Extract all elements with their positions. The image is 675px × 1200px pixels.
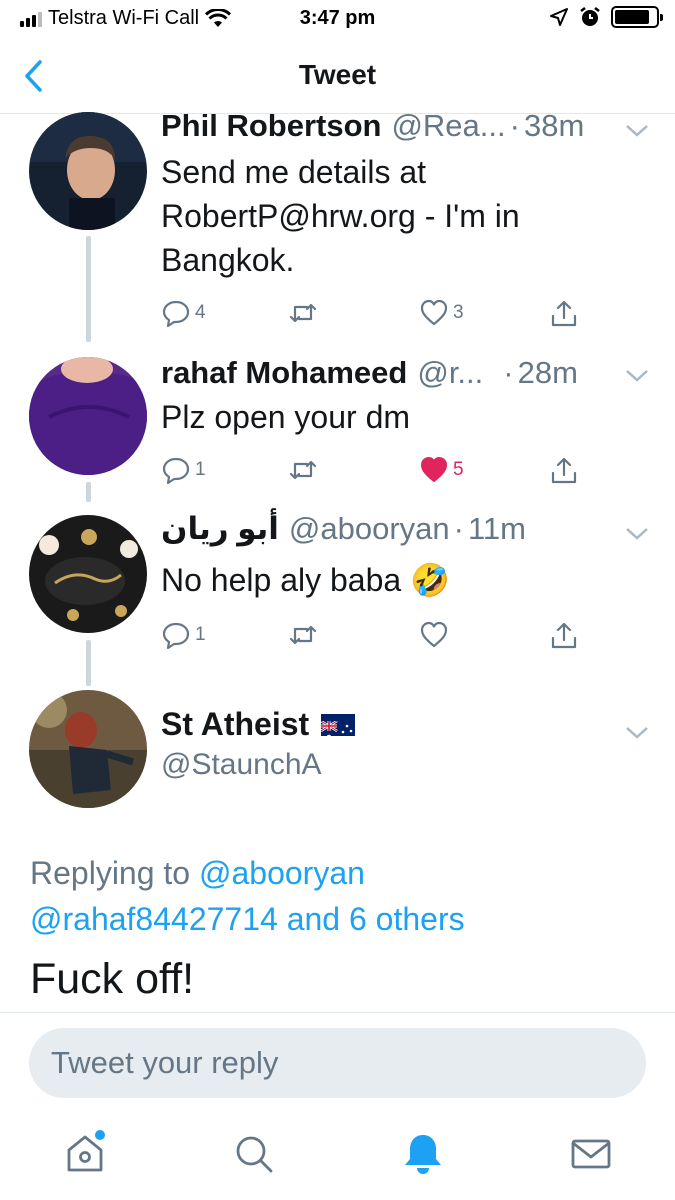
reply-count: 4 <box>195 302 206 323</box>
user-handle[interactable]: @r... <box>417 355 483 391</box>
reply-icon <box>162 457 190 485</box>
tweet-header: أبو ريان @abooryan · 11m <box>161 511 526 547</box>
user-handle[interactable]: @abooryan <box>289 511 450 547</box>
alarm-icon <box>580 7 600 26</box>
share-button[interactable] <box>549 298 579 328</box>
avatar[interactable] <box>29 515 147 633</box>
like-button[interactable] <box>419 620 449 650</box>
tab-notifications[interactable] <box>399 1130 447 1178</box>
retweet-button[interactable] <box>288 455 318 485</box>
retweet-icon <box>289 460 317 480</box>
tweet-actions: 4 3 <box>161 298 591 334</box>
thread-connector <box>86 640 91 686</box>
display-name[interactable]: rahaf Mohameed <box>161 355 407 391</box>
tweet-actions: 1 5 <box>161 455 591 491</box>
user-handle[interactable]: @Rea... <box>391 108 505 144</box>
notification-dot <box>95 1130 105 1140</box>
avatar[interactable] <box>29 690 147 808</box>
bell-icon <box>405 1135 441 1174</box>
thread-connector <box>86 236 91 342</box>
reply-button[interactable]: 1 <box>161 455 206 485</box>
share-icon <box>551 300 577 327</box>
separator-dot: · <box>453 511 464 546</box>
chevron-down-icon[interactable] <box>623 120 651 140</box>
retweet-icon <box>289 303 317 323</box>
user-handle[interactable]: @StaunchA <box>161 748 322 782</box>
reply-to-link[interactable]: @abooryan <box>199 855 365 891</box>
share-icon <box>551 622 577 649</box>
chevron-down-icon[interactable] <box>623 722 651 742</box>
reply-to-link[interactable]: @rahaf84427714 <box>30 901 278 937</box>
avatar-photo-phil <box>29 112 147 230</box>
tweet-reply-input[interactable] <box>29 1028 646 1098</box>
nav-bar: Tweet <box>0 40 675 114</box>
reply-icon <box>162 622 190 650</box>
like-button[interactable]: 3 <box>419 298 464 328</box>
thread-connector <box>86 482 91 502</box>
reply-count: 1 <box>195 459 206 480</box>
tab-home[interactable] <box>61 1130 109 1178</box>
status-right <box>549 6 663 28</box>
share-icon <box>551 457 577 484</box>
display-name[interactable]: أبو ريان <box>161 511 279 547</box>
tweet-time: 28m <box>517 355 578 390</box>
retweet-button[interactable] <box>288 620 318 650</box>
tab-bar <box>0 1112 675 1200</box>
tweet-text: No help aly baba 🤣 <box>161 562 450 598</box>
avatar[interactable] <box>29 112 147 230</box>
heart-icon <box>420 299 448 326</box>
tweet-text: Send me details at RobertP@hrw.org - I'm… <box>161 154 520 278</box>
avatar-photo-statheist <box>29 690 147 808</box>
page-title: Tweet <box>298 59 377 90</box>
australia-flag-icon <box>321 713 356 736</box>
separator-dot: · <box>503 355 514 390</box>
battery-fill <box>615 10 649 24</box>
separator-dot: · <box>509 108 520 143</box>
main-tweet-text: Fuck off! <box>30 955 195 1003</box>
reply-button[interactable]: 4 <box>161 298 206 328</box>
like-count: 5 <box>453 459 464 480</box>
like-count: 3 <box>453 302 464 323</box>
tweet-time: 38m <box>523 108 585 143</box>
share-button[interactable] <box>549 455 579 485</box>
tweet-header: rahaf Mohameed @r... · 28m <box>161 355 578 391</box>
chevron-down-icon[interactable] <box>623 365 651 385</box>
tab-search[interactable] <box>230 1130 278 1178</box>
chevron-down-icon[interactable] <box>623 523 651 543</box>
replying-to: Replying to @abooryan @rahaf84427714 and… <box>30 850 650 942</box>
tweet-item[interactable] <box>0 0 675 1</box>
avatar-photo-abooryan <box>29 515 147 633</box>
location-arrow-icon <box>550 8 568 26</box>
reply-button[interactable]: 1 <box>161 620 206 650</box>
heart-icon <box>420 621 448 648</box>
search-icon <box>236 1136 273 1173</box>
like-button[interactable]: 5 <box>419 455 464 485</box>
replying-prefix: Replying to <box>30 855 191 891</box>
reply-count: 1 <box>195 624 206 645</box>
retweet-icon <box>289 625 317 645</box>
tweet-header: Phil Robertson @Rea... · 38m <box>161 108 584 144</box>
battery-icon <box>611 6 663 28</box>
display-name[interactable]: St Atheist <box>161 706 309 743</box>
display-name[interactable]: Phil Robertson <box>161 108 381 144</box>
tweet-text: Plz open your dm <box>161 399 411 435</box>
mail-icon <box>571 1139 611 1169</box>
reply-to-others-link[interactable]: and 6 others <box>287 901 465 937</box>
avatar[interactable] <box>29 357 147 475</box>
main-tweet-author: St Atheist <box>161 706 356 743</box>
tab-messages[interactable] <box>567 1130 615 1178</box>
tweet-actions: 1 <box>161 620 591 656</box>
avatar-photo-rahaf <box>29 357 147 475</box>
status-bar: Telstra Wi-Fi Call 3:47 pm <box>0 0 675 40</box>
retweet-button[interactable] <box>288 298 318 328</box>
tweet-time: 11m <box>467 511 526 546</box>
reply-composer-bar <box>0 1012 675 1112</box>
share-button[interactable] <box>549 620 579 650</box>
heart-filled-icon <box>421 457 447 482</box>
reply-icon <box>162 300 190 328</box>
